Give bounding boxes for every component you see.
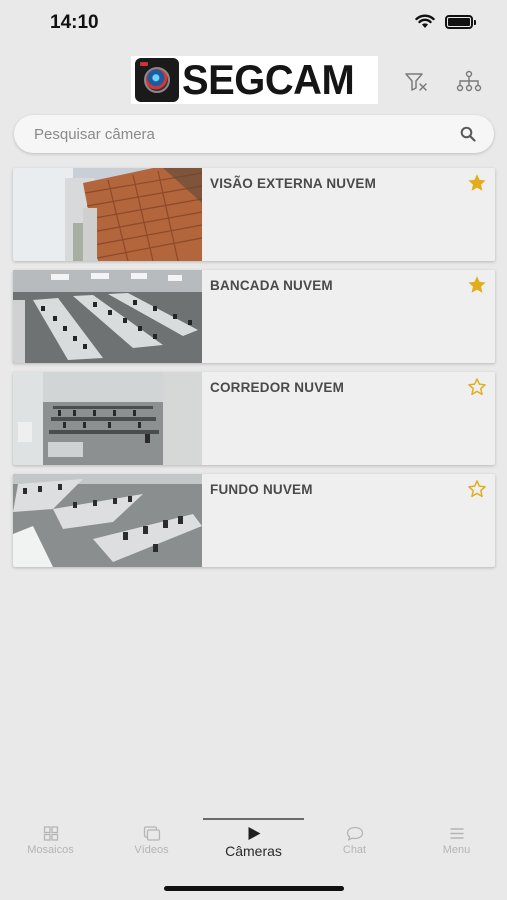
search-icon[interactable] xyxy=(460,126,476,142)
camera-thumbnail[interactable] xyxy=(13,168,202,261)
star-outline-icon[interactable] xyxy=(466,376,488,398)
star-filled-icon[interactable] xyxy=(466,172,488,194)
tab-chat[interactable]: Chat xyxy=(304,825,405,865)
chat-icon xyxy=(346,826,363,841)
star-filled-icon[interactable] xyxy=(466,274,488,296)
tab-label: Vídeos xyxy=(134,844,169,856)
status-icons xyxy=(415,14,476,29)
brand-name: SEGCAM xyxy=(182,56,355,103)
camera-card[interactable]: BANCADA NUVEM xyxy=(13,270,495,363)
play-icon xyxy=(248,827,260,840)
camera-thumbnail[interactable] xyxy=(13,270,202,363)
brand-logo: SEGCAM xyxy=(131,56,378,104)
tab-cameras[interactable]: Câmeras xyxy=(203,825,304,865)
tab-bar: Mosaicos Vídeos Câmeras Chat Menu xyxy=(0,815,507,865)
hierarchy-icon xyxy=(456,70,482,92)
camera-name: FUNDO NUVEM xyxy=(210,482,313,497)
home-indicator[interactable] xyxy=(164,886,344,891)
grid-icon xyxy=(43,826,58,841)
tab-label: Chat xyxy=(342,844,367,856)
camera-name: BANCADA NUVEM xyxy=(210,278,333,293)
wifi-icon xyxy=(415,14,435,28)
clear-filter-button[interactable] xyxy=(403,70,429,94)
status-bar: 14:10 xyxy=(0,0,507,48)
camera-card[interactable]: CORREDOR NUVEM xyxy=(13,372,495,465)
hamburger-icon xyxy=(449,828,464,839)
active-tab-indicator xyxy=(203,818,304,820)
camera-card[interactable]: VISÃO EXTERNA NUVEM xyxy=(13,168,495,261)
camera-logo-icon xyxy=(135,58,179,102)
search-bar xyxy=(14,115,494,153)
camera-name: VISÃO EXTERNA NUVEM xyxy=(210,176,377,191)
tab-videos[interactable]: Vídeos xyxy=(101,825,202,865)
battery-icon xyxy=(445,14,476,29)
camera-name: CORREDOR NUVEM xyxy=(210,380,345,395)
tab-label: Câmeras xyxy=(225,843,282,859)
camera-card[interactable]: FUNDO NUVEM xyxy=(13,474,495,567)
tab-mosaicos[interactable]: Mosaicos xyxy=(0,825,101,865)
app-header: SEGCAM xyxy=(0,56,507,106)
search-input[interactable] xyxy=(34,115,454,153)
videos-icon xyxy=(143,826,160,841)
tab-label: Mosaicos xyxy=(27,844,74,856)
camera-thumbnail[interactable] xyxy=(13,372,202,465)
status-time: 14:10 xyxy=(50,12,99,33)
tab-label: Menu xyxy=(442,844,471,856)
tab-menu[interactable]: Menu xyxy=(406,825,507,865)
camera-thumbnail[interactable] xyxy=(13,474,202,567)
filter-clear-icon xyxy=(405,73,427,91)
hierarchy-button[interactable] xyxy=(456,70,482,94)
star-outline-icon[interactable] xyxy=(466,478,488,500)
